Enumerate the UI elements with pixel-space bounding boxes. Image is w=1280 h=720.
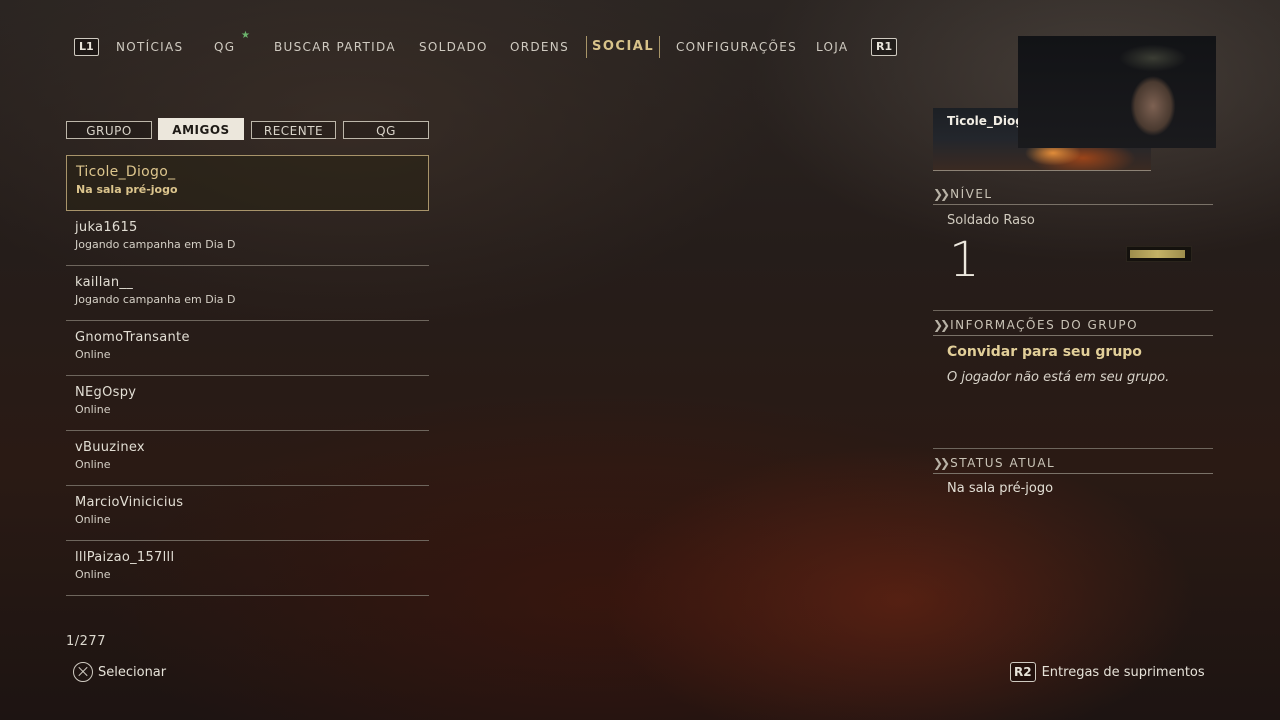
group-section-title: INFORMAÇÕES DO GRUPO — [950, 318, 1139, 332]
friend-status: Online — [75, 458, 111, 471]
l1-bumper-button[interactable]: L1 — [74, 38, 99, 56]
friend-name: GnomoTransante — [75, 330, 190, 345]
double-chevron-icon: ❯❯ — [933, 456, 950, 470]
status-section-header: ❯❯ STATUS ATUAL — [933, 453, 1213, 474]
nav-tab-noticias[interactable]: NOTÍCIAS — [116, 36, 183, 58]
friend-row[interactable]: GnomoTransante Online — [66, 321, 429, 376]
friend-name: lllPaizao_157lll — [75, 550, 175, 565]
status-section-title: STATUS ATUAL — [950, 456, 1056, 470]
list-position-counter: 1/277 — [66, 634, 106, 649]
friend-status: Online — [75, 403, 111, 416]
friend-row[interactable]: kaillan__ Jogando campanha em Dia D — [66, 266, 429, 321]
friend-status: Online — [75, 513, 111, 526]
nav-tab-buscar-partida[interactable]: BUSCAR PARTIDA — [274, 36, 396, 58]
select-hint[interactable]: Selecionar — [73, 661, 166, 683]
cross-button-icon — [73, 662, 93, 682]
nav-tab-loja[interactable]: LOJA — [816, 36, 848, 58]
level-section-header: ❯❯ NÍVEL — [933, 184, 1213, 205]
r2-button-icon: R2 — [1010, 662, 1036, 682]
nav-tab-ordens[interactable]: ORDENS — [510, 36, 569, 58]
double-chevron-icon: ❯❯ — [933, 187, 950, 201]
tab-recente[interactable]: RECENTE — [251, 121, 336, 139]
friend-status: Online — [75, 568, 111, 581]
friend-status: Jogando campanha em Dia D — [75, 293, 236, 306]
friend-name: vBuuzinex — [75, 440, 145, 455]
friend-name: Ticole_Diogo_ — [76, 164, 176, 180]
friend-row[interactable]: juka1615 Jogando campanha em Dia D — [66, 211, 429, 266]
friend-status: Online — [75, 348, 111, 361]
friend-name: MarcioVinicicius — [75, 495, 184, 510]
friend-status: Jogando campanha em Dia D — [75, 238, 236, 251]
friend-status: Na sala pré-jogo — [76, 183, 178, 196]
friend-row[interactable]: MarcioVinicicius Online — [66, 486, 429, 541]
friend-name: NEgOspy — [75, 385, 137, 400]
supply-drops-hint[interactable]: R2 Entregas de suprimentos — [1010, 661, 1205, 683]
nav-tab-qg[interactable]: QG — [214, 36, 235, 58]
rank-insignia-icon — [1126, 246, 1192, 262]
friend-name: juka1615 — [75, 220, 138, 235]
level-section-title: NÍVEL — [950, 187, 993, 201]
invite-to-group-button[interactable]: Convidar para seu grupo — [947, 344, 1142, 360]
invite-description: O jogador não está em seu grupo. — [947, 370, 1170, 385]
nav-tab-configuracoes[interactable]: CONFIGURAÇÕES — [676, 36, 797, 58]
friend-row[interactable]: lllPaizao_157lll Online — [66, 541, 429, 596]
friend-row[interactable]: NEgOspy Online — [66, 376, 429, 431]
r1-bumper-button[interactable]: R1 — [871, 38, 898, 56]
divider — [933, 448, 1213, 449]
group-section-header: ❯❯ INFORMAÇÕES DO GRUPO — [933, 315, 1213, 336]
nav-tab-social[interactable]: SOCIAL — [586, 36, 661, 58]
select-hint-label: Selecionar — [98, 664, 167, 680]
rank-progress-fill — [1130, 250, 1185, 258]
rank-name: Soldado Raso — [947, 213, 1035, 228]
new-content-star-icon: ★ — [241, 30, 250, 41]
nav-tab-soldado[interactable]: SOLDADO — [419, 36, 488, 58]
tab-qg[interactable]: QG — [343, 121, 429, 139]
webcam-overlay — [1018, 36, 1216, 148]
supply-drops-label: Entregas de suprimentos — [1041, 664, 1205, 680]
friend-row[interactable]: Ticole_Diogo_ Na sala pré-jogo — [66, 155, 429, 211]
friend-row[interactable]: vBuuzinex Online — [66, 431, 429, 486]
current-status: Na sala pré-jogo — [947, 481, 1054, 496]
divider — [933, 310, 1213, 311]
rank-level: 1 — [949, 232, 980, 288]
tab-grupo[interactable]: GRUPO — [66, 121, 152, 139]
tab-amigos[interactable]: AMIGOS — [158, 118, 244, 140]
friends-list: Ticole_Diogo_ Na sala pré-jogo juka1615 … — [66, 155, 429, 596]
friend-name: kaillan__ — [75, 275, 134, 290]
social-tabs: GRUPO AMIGOS RECENTE QG — [66, 118, 429, 142]
double-chevron-icon: ❯❯ — [933, 318, 950, 332]
